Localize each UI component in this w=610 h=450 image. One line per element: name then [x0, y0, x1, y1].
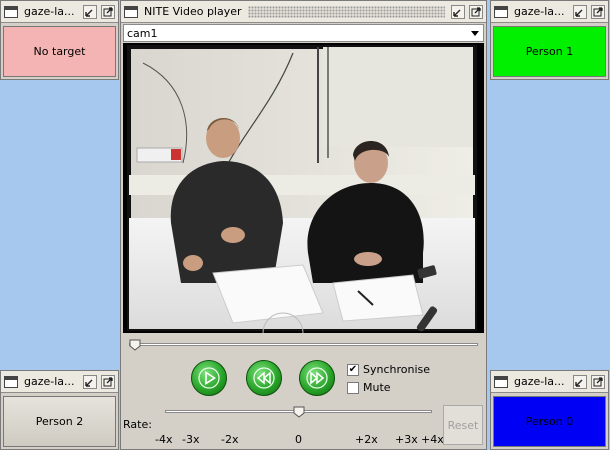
rate-tick: -3x: [182, 433, 200, 446]
rewind-button[interactable]: [246, 360, 282, 396]
video-frame[interactable]: [123, 43, 484, 333]
window-icon: [494, 375, 508, 388]
play-button[interactable]: [191, 360, 227, 396]
window-title: gaze-la...: [514, 5, 565, 18]
video-player-window: NITE Video player cam1 ✔ Synchronise Mut…: [120, 0, 487, 450]
video-scene-image: [127, 45, 477, 333]
titlebar[interactable]: gaze-la...: [491, 1, 608, 23]
position-slider[interactable]: [129, 339, 478, 351]
synchronise-label: Synchronise: [363, 363, 431, 376]
titlebar[interactable]: NITE Video player: [121, 1, 486, 23]
minimize-icon[interactable]: [573, 4, 587, 19]
gaze-window-no-target: gaze-la... No target: [0, 0, 119, 80]
minimize-icon[interactable]: [83, 4, 97, 19]
mute-checkbox-box[interactable]: [347, 381, 359, 394]
position-thumb[interactable]: [129, 339, 141, 351]
reset-button[interactable]: Reset: [443, 405, 483, 445]
window-title: gaze-la...: [24, 375, 75, 388]
button-label: Person 1: [525, 45, 574, 58]
rewind-icon: [253, 367, 275, 389]
minimize-icon[interactable]: [83, 374, 97, 389]
rate-slider[interactable]: [165, 406, 432, 418]
titlebar[interactable]: gaze-la...: [1, 1, 118, 23]
minimize-icon[interactable]: [573, 374, 587, 389]
button-label: Person 0: [525, 415, 574, 428]
person-1-button[interactable]: Person 1: [493, 26, 606, 77]
window-icon: [124, 5, 138, 18]
window-icon: [494, 5, 508, 18]
rate-tick: +2x: [355, 433, 378, 446]
maximize-icon[interactable]: [101, 374, 115, 389]
gaze-window-person-2: gaze-la... Person 2: [0, 370, 119, 450]
rate-label: Rate:: [123, 418, 152, 431]
no-target-button[interactable]: No target: [3, 26, 116, 77]
maximize-icon[interactable]: [101, 4, 115, 19]
position-track[interactable]: [129, 343, 478, 346]
rate-tick: +3x: [395, 433, 418, 446]
reset-label: Reset: [447, 418, 479, 432]
person-0-button[interactable]: Person 0: [493, 396, 606, 447]
dropdown-arrow-icon[interactable]: [467, 25, 483, 41]
rate-tick: -4x: [155, 433, 173, 446]
rate-tick: +4x: [421, 433, 444, 446]
window-icon: [4, 375, 18, 388]
minimize-icon[interactable]: [451, 4, 465, 19]
mute-label: Mute: [363, 381, 391, 394]
mute-checkbox[interactable]: Mute: [347, 381, 391, 394]
person-2-button[interactable]: Person 2: [3, 396, 116, 447]
gaze-window-person-0: gaze-la... Person 0: [490, 370, 609, 450]
titlebar[interactable]: gaze-la...: [491, 371, 608, 393]
rate-tick: 0: [295, 433, 302, 446]
maximize-icon[interactable]: [469, 4, 483, 19]
button-label: Person 2: [35, 415, 84, 428]
rate-tick: -2x: [221, 433, 239, 446]
synchronise-checkbox[interactable]: ✔ Synchronise: [347, 363, 430, 376]
fast-forward-icon: [306, 367, 328, 389]
camera-select[interactable]: cam1: [123, 24, 484, 42]
window-title: gaze-la...: [24, 5, 75, 18]
maximize-icon[interactable]: [591, 4, 605, 19]
play-icon: [198, 367, 220, 389]
button-label: No target: [33, 45, 86, 58]
gaze-window-person-1: gaze-la... Person 1: [490, 0, 609, 80]
window-title: NITE Video player: [144, 5, 242, 18]
window-title: gaze-la...: [514, 375, 565, 388]
synchronise-checkbox-box[interactable]: ✔: [347, 363, 359, 376]
titlebar[interactable]: gaze-la...: [1, 371, 118, 393]
maximize-icon[interactable]: [591, 374, 605, 389]
rate-thumb[interactable]: [293, 406, 305, 418]
fast-forward-button[interactable]: [299, 360, 335, 396]
camera-select-value: cam1: [127, 26, 158, 40]
title-grip[interactable]: [247, 5, 445, 18]
window-icon: [4, 5, 18, 18]
